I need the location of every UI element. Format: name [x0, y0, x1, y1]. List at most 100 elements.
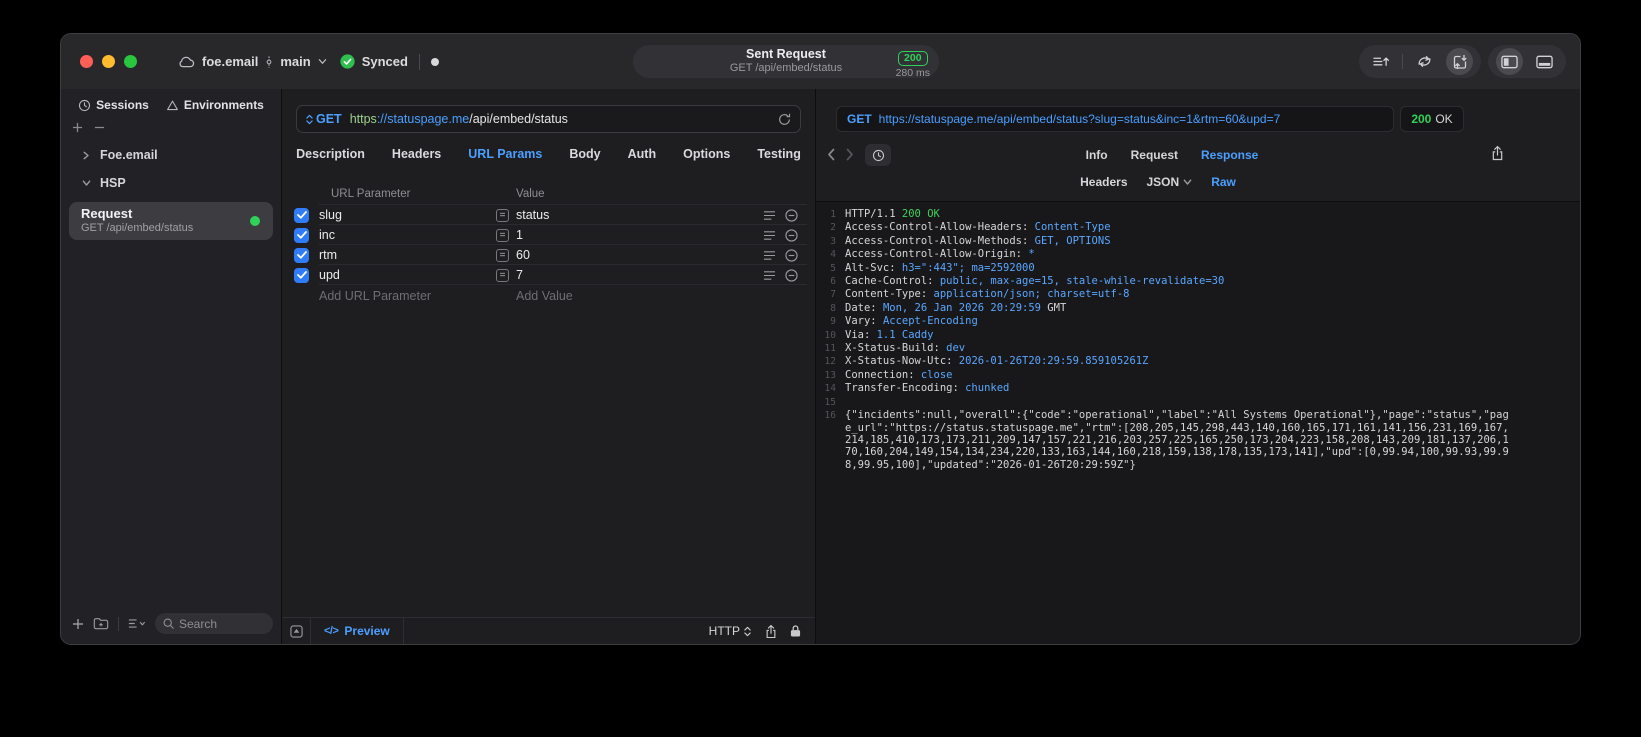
line-content: Cache-Control: public, max-age=15, stale…	[845, 275, 1225, 288]
raw-line: 1 HTTP/1.1 200 OK	[816, 208, 1580, 221]
reveal-panel-button[interactable]	[282, 618, 311, 644]
lock-button[interactable]	[790, 624, 801, 638]
value-type-icon[interactable]: =	[496, 228, 509, 242]
value-type-icon[interactable]: =	[496, 248, 509, 262]
remove-row-button[interactable]	[785, 208, 798, 222]
format-export-button[interactable]	[1367, 48, 1394, 75]
method-selector[interactable]: GET	[306, 112, 342, 126]
tab-description[interactable]: Description	[296, 147, 365, 161]
param-checkbox[interactable]	[294, 247, 309, 263]
up-down-chevrons-icon	[306, 114, 313, 124]
tab-headers[interactable]: Headers	[392, 147, 441, 161]
tab-url-params[interactable]: URL Params	[468, 147, 542, 161]
share-button[interactable]	[765, 624, 777, 639]
zoom-window-button[interactable]	[124, 55, 137, 68]
view-options-button[interactable]	[128, 618, 146, 629]
desktop: foe.email main Synced Sent Request GET /…	[0, 0, 1641, 737]
response-subtab-json[interactable]: JSON	[1147, 175, 1193, 189]
search-field[interactable]	[155, 613, 273, 634]
row-lines-icon[interactable]	[763, 270, 776, 281]
toggle-sidebar-button[interactable]	[1496, 48, 1523, 75]
remove-button[interactable]	[94, 122, 105, 133]
minimize-window-button[interactable]	[102, 55, 115, 68]
line-content: Alt-Svc: h3=":443"; ma=2592000	[845, 261, 1035, 274]
line-content	[845, 396, 1513, 409]
line-content: Via: 1.1 Caddy	[845, 328, 934, 341]
param-checkbox[interactable]	[294, 227, 309, 243]
tab-body[interactable]: Body	[569, 147, 600, 161]
toggle-bottom-panel-button[interactable]	[1531, 48, 1558, 75]
search-input[interactable]	[179, 616, 265, 631]
param-name[interactable]: rtm	[319, 248, 496, 262]
preview-button[interactable]: </> Preview	[311, 618, 404, 644]
line-number: 12	[824, 356, 836, 368]
new-request-button[interactable]	[72, 618, 84, 630]
row-lines-icon[interactable]	[763, 250, 776, 261]
sync-branches-button[interactable]	[1411, 48, 1438, 75]
response-subtab-raw[interactable]: Raw	[1211, 175, 1236, 189]
row-lines-icon[interactable]	[763, 230, 776, 241]
response-tab-response[interactable]: Response	[1201, 148, 1258, 162]
response-tab-info[interactable]: Info	[1086, 148, 1108, 162]
branch-icon	[265, 55, 273, 69]
url-host: ://statuspage.me	[376, 112, 470, 126]
tree-folder-foe-email[interactable]: Foe.email	[61, 141, 281, 169]
share-icon	[766, 624, 776, 638]
import-export-button[interactable]	[1446, 48, 1473, 75]
param-name[interactable]: slug	[319, 208, 496, 222]
param-name[interactable]: inc	[319, 228, 496, 242]
lines-up-arrow-icon	[1373, 57, 1389, 66]
param-checkbox[interactable]	[294, 267, 309, 283]
tree-folder-hsp[interactable]: HSP	[61, 169, 281, 197]
response-tab-request[interactable]: Request	[1131, 148, 1178, 162]
value-type-icon[interactable]: =	[496, 268, 509, 282]
tree-folders: Foe.email HSP	[61, 141, 281, 197]
param-value[interactable]: 60	[516, 248, 763, 262]
param-checkbox[interactable]	[294, 207, 309, 223]
add-button[interactable]	[72, 122, 83, 133]
param-row-slug: slug = status	[282, 205, 815, 225]
list-options-icon	[128, 619, 146, 628]
up-down-chevrons-icon	[744, 626, 751, 636]
add-value[interactable]: Add Value	[516, 289, 573, 303]
new-group-button[interactable]	[93, 617, 109, 630]
request-item-selected[interactable]: Request GET /api/embed/status	[69, 202, 273, 240]
chevron-right-icon	[82, 151, 92, 160]
cloud-icon	[178, 55, 195, 68]
branch-name: main	[280, 54, 311, 69]
line-content: Access-Control-Allow-Origin: *	[845, 248, 1035, 261]
sidebar-tab-environments[interactable]: Environments	[166, 98, 264, 112]
protocol-selector[interactable]: HTTP	[709, 624, 751, 638]
response-nav: Info Request Response	[816, 144, 1580, 168]
params-header: URL Parameter Value	[282, 184, 815, 205]
tab-auth[interactable]: Auth	[628, 147, 656, 161]
refresh-icon[interactable]	[778, 113, 791, 126]
param-name[interactable]: upd	[319, 268, 496, 282]
param-value[interactable]: 7	[516, 268, 763, 282]
remove-row-button[interactable]	[785, 268, 798, 282]
url-bar[interactable]: GET https://statuspage.me/api/embed/stat…	[296, 105, 801, 133]
export-response-button[interactable]	[1491, 145, 1504, 161]
remove-row-button[interactable]	[785, 248, 798, 262]
column-url-parameter: URL Parameter	[331, 188, 411, 200]
value-type-icon[interactable]: =	[496, 208, 509, 222]
sent-request-pill[interactable]: Sent Request GET /api/embed/status 200 2…	[633, 45, 939, 79]
project-cloud-menu[interactable]: foe.email main Synced	[178, 34, 439, 89]
close-window-button[interactable]	[80, 55, 93, 68]
url-path: /api/embed/status	[469, 112, 568, 126]
sidebar: Sessions Environments Foe.email HSP Reques…	[61, 89, 282, 644]
tab-options[interactable]: Options	[683, 147, 730, 161]
response-subtab-headers[interactable]: Headers	[1080, 175, 1127, 189]
chevron-down-icon	[318, 58, 327, 65]
preview-label: Preview	[344, 624, 390, 638]
url-params-table: URL Parameter Value slug = status inc = 1 rtm =…	[282, 184, 815, 306]
line-number: 13	[824, 369, 836, 381]
line-number: 14	[824, 383, 836, 395]
share-icon	[1492, 145, 1503, 161]
row-lines-icon[interactable]	[763, 210, 776, 221]
sidebar-tab-sessions[interactable]: Sessions	[78, 98, 149, 112]
remove-row-button[interactable]	[785, 228, 798, 242]
add-url-parameter[interactable]: Add URL Parameter	[319, 289, 431, 303]
param-value[interactable]: 1	[516, 228, 763, 242]
param-value[interactable]: status	[516, 208, 763, 222]
